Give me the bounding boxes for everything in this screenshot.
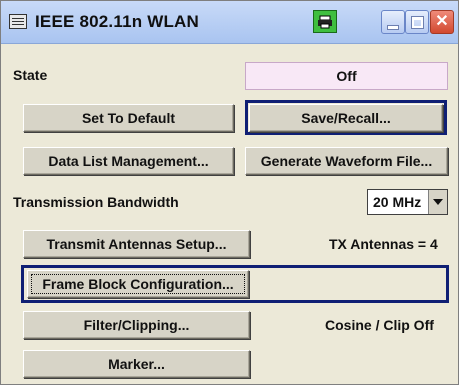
wlan-dialog-window: IEEE 802.11n WLAN ✕ State Off Set To Def… [0,0,459,385]
transmit-antennas-setup-button[interactable]: Transmit Antennas Setup... [23,230,250,258]
window-title: IEEE 802.11n WLAN [35,12,200,31]
minimize-button[interactable] [381,10,405,34]
state-label: State [13,67,48,83]
transmission-bandwidth-value: 20 MHz [373,194,422,210]
minimize-icon [388,25,398,29]
marker-button[interactable]: Marker... [23,350,250,378]
transmission-bandwidth-select[interactable]: 20 MHz [367,189,448,215]
transmission-bandwidth-label: Transmission Bandwidth [13,194,179,210]
state-toggle[interactable]: Off [245,62,448,90]
set-to-default-button[interactable]: Set To Default [23,104,234,132]
app-menu-icon[interactable] [9,14,27,29]
generate-waveform-file-button[interactable]: Generate Waveform File... [245,147,448,175]
tx-antennas-info: TX Antennas = 4 [329,236,438,252]
print-icon[interactable] [313,10,337,33]
maximize-icon [411,16,423,28]
frame-block-configuration-button[interactable]: Frame Block Configuration... [27,270,249,298]
dialog-content: State Off Set To Default Save/Recall... … [7,55,454,385]
data-list-management-button[interactable]: Data List Management... [23,147,234,175]
close-button[interactable]: ✕ [430,10,454,34]
title-bar[interactable]: IEEE 802.11n WLAN ✕ [1,1,458,44]
filter-clipping-status: Cosine / Clip Off [325,317,434,333]
close-icon: ✕ [435,13,449,30]
save-recall-button[interactable]: Save/Recall... [249,104,443,132]
filter-clipping-button[interactable]: Filter/Clipping... [23,311,250,339]
chevron-down-icon[interactable] [428,190,447,214]
maximize-button[interactable] [405,10,429,34]
